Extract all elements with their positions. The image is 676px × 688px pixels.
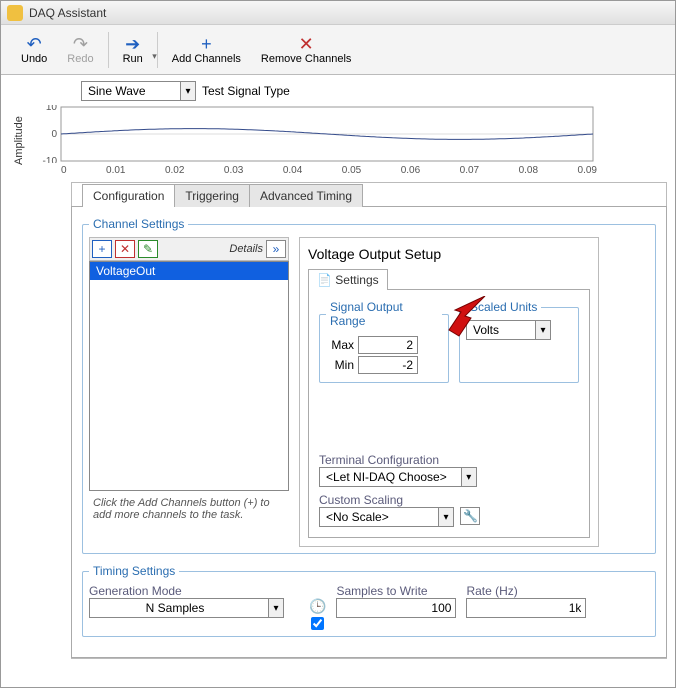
rate-input[interactable]: [466, 598, 586, 618]
plus-icon: +: [201, 35, 212, 53]
signal-chart: -10 0 10: [27, 105, 597, 163]
channel-toolbar: + ✕ ✎ Details »: [89, 237, 289, 261]
toolbar: ↶ Undo ↷ Redo ➔ Run ▾ + Add Channels ✕ R…: [1, 25, 675, 75]
svg-text:10: 10: [46, 105, 58, 113]
rate-label: Rate (Hz): [466, 584, 586, 598]
terminal-config-value: <Let NI-DAQ Choose>: [319, 467, 462, 487]
window-title: DAQ Assistant: [29, 6, 106, 20]
terminal-config-label: Terminal Configuration: [319, 453, 579, 467]
title-bar: DAQ Assistant: [1, 1, 675, 25]
voltage-output-setup: Voltage Output Setup 📄 Settings: [299, 237, 599, 547]
tab-settings[interactable]: 📄 Settings: [308, 269, 388, 290]
channel-list[interactable]: VoltageOut: [89, 261, 289, 491]
tab-body: Channel Settings + ✕ ✎ Details » Voltage…: [71, 206, 667, 658]
chevron-down-icon: ▾: [535, 320, 551, 340]
redo-button[interactable]: ↷ Redo: [57, 33, 103, 67]
min-input[interactable]: [358, 356, 418, 374]
clock-icon: 🕒: [309, 598, 326, 615]
x-axis-ticks: 00.010.020.030.040.050.060.070.080.09: [27, 163, 597, 176]
generation-mode-value: N Samples: [89, 598, 269, 618]
x-icon: ✕: [299, 35, 314, 53]
terminal-config-select[interactable]: <Let NI-DAQ Choose> ▾: [319, 467, 477, 487]
run-label: Run: [123, 53, 143, 65]
y-axis-label: Amplitude: [11, 105, 27, 176]
signal-type-label: Test Signal Type: [202, 84, 290, 98]
redo-label: Redo: [67, 53, 93, 65]
red-arrow-annotation: [445, 296, 489, 338]
chevron-down-icon: ▾: [268, 598, 284, 618]
timing-legend: Timing Settings: [89, 564, 179, 578]
main-panel: Configuration Triggering Advanced Timing…: [71, 182, 667, 659]
samples-input[interactable]: [336, 598, 456, 618]
tab-advanced-timing[interactable]: Advanced Timing: [249, 184, 363, 207]
chevron-down-icon: ▾: [461, 467, 477, 487]
tab-configuration[interactable]: Configuration: [82, 184, 175, 207]
generation-mode-label: Generation Mode: [89, 584, 299, 598]
undo-label: Undo: [21, 53, 47, 65]
signal-output-range-group: Signal Output Range Max Min: [319, 300, 449, 383]
timing-checkbox[interactable]: [311, 617, 324, 630]
list-item[interactable]: VoltageOut: [90, 262, 288, 280]
svg-text:-10: -10: [43, 156, 58, 163]
page-icon: 📄: [317, 273, 332, 287]
chevron-down-icon: ▾: [438, 507, 454, 527]
max-label: Max: [326, 338, 354, 352]
undo-button[interactable]: ↶ Undo: [11, 33, 57, 67]
separator: [108, 32, 109, 68]
max-input[interactable]: [358, 336, 418, 354]
timing-settings-group: Timing Settings Generation Mode N Sample…: [82, 564, 656, 637]
remove-channels-button[interactable]: ✕ Remove Channels: [251, 33, 362, 67]
channel-settings-group: Channel Settings + ✕ ✎ Details » Voltage…: [82, 217, 656, 554]
run-dropdown-icon[interactable]: ▾: [152, 51, 157, 62]
details-label: Details: [229, 243, 263, 255]
app-icon: [7, 5, 23, 21]
custom-scaling-value: <No Scale>: [319, 507, 439, 527]
min-label: Min: [326, 358, 354, 372]
generation-mode-select[interactable]: N Samples ▾: [89, 598, 299, 618]
channel-hint: Click the Add Channels button (+) to add…: [89, 491, 289, 527]
main-tabs: Configuration Triggering Advanced Timing: [82, 184, 666, 207]
redo-icon: ↷: [73, 35, 88, 53]
channel-settings-legend: Channel Settings: [89, 217, 188, 231]
custom-scaling-label: Custom Scaling: [319, 493, 579, 507]
separator: [157, 32, 158, 68]
signal-type-select[interactable]: Sine Wave ▾: [81, 81, 196, 101]
undo-icon: ↶: [27, 35, 42, 53]
remove-channel-icon[interactable]: ✕: [115, 240, 135, 258]
samples-label: Samples to Write: [336, 584, 456, 598]
channel-config-icon[interactable]: ✎: [138, 240, 158, 258]
settings-tab-label: Settings: [335, 273, 378, 287]
custom-scaling-wrench-icon[interactable]: 🔧: [460, 507, 480, 525]
add-channels-button[interactable]: + Add Channels: [162, 33, 251, 67]
settings-body: Signal Output Range Max Min: [308, 289, 590, 538]
signal-type-value: Sine Wave: [81, 81, 181, 101]
remove-channels-label: Remove Channels: [261, 53, 352, 65]
custom-scaling-select[interactable]: <No Scale> ▾: [319, 507, 454, 527]
setup-title: Voltage Output Setup: [308, 246, 590, 262]
chevron-down-icon: ▾: [180, 81, 196, 101]
run-button[interactable]: ➔ Run ▾: [113, 33, 153, 67]
range-legend: Signal Output Range: [326, 300, 442, 328]
details-expand-icon[interactable]: »: [266, 240, 286, 258]
tab-triggering[interactable]: Triggering: [174, 184, 250, 207]
app-window: DAQ Assistant ↶ Undo ↷ Redo ➔ Run ▾ + Ad…: [0, 0, 676, 688]
add-channel-icon[interactable]: +: [92, 240, 112, 258]
svg-text:0: 0: [51, 129, 57, 140]
run-icon: ➔: [125, 35, 140, 53]
add-channels-label: Add Channels: [172, 53, 241, 65]
chart-area: Sine Wave ▾ Test Signal Type Amplitude -…: [1, 75, 675, 182]
